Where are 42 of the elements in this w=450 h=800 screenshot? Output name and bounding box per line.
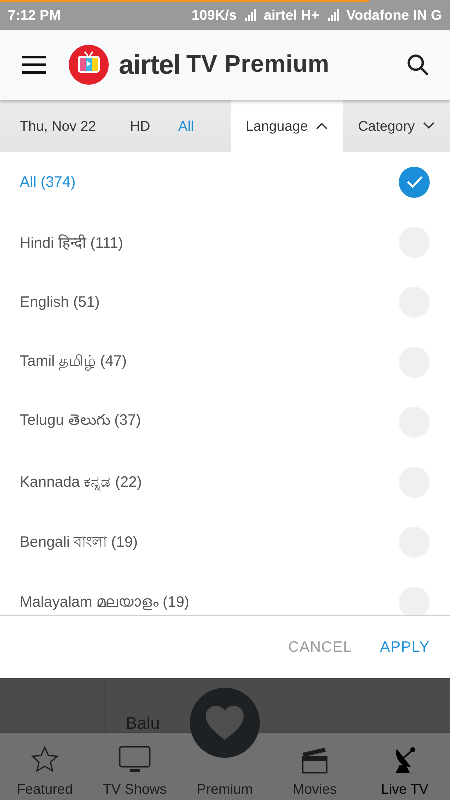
language-label: English (51)	[20, 294, 100, 310]
language-option[interactable]: Telugu తెలుగు (37)	[0, 392, 450, 452]
status-time: 7:12 PM	[8, 7, 61, 23]
language-label: Telugu తెలుగు (37)	[20, 412, 142, 431]
language-label: Tamil தமிழ் (47)	[20, 352, 128, 372]
star-icon	[30, 745, 60, 775]
tv-icon	[119, 745, 151, 775]
date-label: Thu, Nov 22	[20, 118, 96, 134]
language-label: Hindi हिन्दी (111)	[20, 234, 124, 252]
chevron-icon	[423, 122, 435, 130]
language-option[interactable]: Tamil தமிழ் (47)	[0, 332, 450, 392]
radio-button[interactable]	[399, 166, 430, 198]
heart-icon	[205, 705, 245, 741]
network-speed: 109K/s	[192, 7, 237, 23]
search-icon[interactable]	[406, 53, 430, 77]
tv-logo-icon	[69, 45, 109, 85]
language-label: All (374)	[20, 174, 76, 190]
language-option[interactable]: Malayalam മലയാളം (19)	[0, 572, 450, 615]
language-option[interactable]: Bengali বাংলা (19)	[0, 512, 450, 572]
signal-icon	[328, 9, 339, 21]
language-option[interactable]: Kannada ಕನ್ನಡ (22)	[0, 452, 450, 512]
brand-name: airtel	[119, 50, 181, 80]
chevron-icon	[316, 122, 328, 130]
language-label: Malayalam മലയാളം (19)	[20, 594, 190, 610]
checkmark-icon	[406, 176, 422, 188]
filter-toggle[interactable]: HD	[116, 118, 164, 134]
radio-button[interactable]	[399, 586, 430, 615]
clapperboard-icon	[301, 745, 329, 775]
menu-icon[interactable]	[22, 56, 46, 74]
carrier-name: airtel H+	[264, 7, 320, 23]
nav-tab[interactable]: Live TV	[360, 733, 450, 800]
filter-dropdown[interactable]: Category	[343, 100, 450, 152]
language-option[interactable]: English (51)	[0, 272, 450, 332]
language-label: Kannada ಕನ್ನಡ (22)	[20, 474, 142, 490]
language-option[interactable]: Hindi हिन्दी (111)	[0, 212, 450, 272]
app-title: TV Premium	[186, 51, 330, 79]
language-label: Bengali বাংলা (19)	[20, 532, 138, 552]
filter-dropdown[interactable]: Language	[230, 100, 344, 152]
apply-button[interactable]: APPLY	[368, 630, 442, 664]
language-option[interactable]: All (374)	[0, 152, 450, 212]
signal-icon	[244, 9, 256, 21]
carrier-name: Vodafone IN G	[346, 7, 442, 23]
